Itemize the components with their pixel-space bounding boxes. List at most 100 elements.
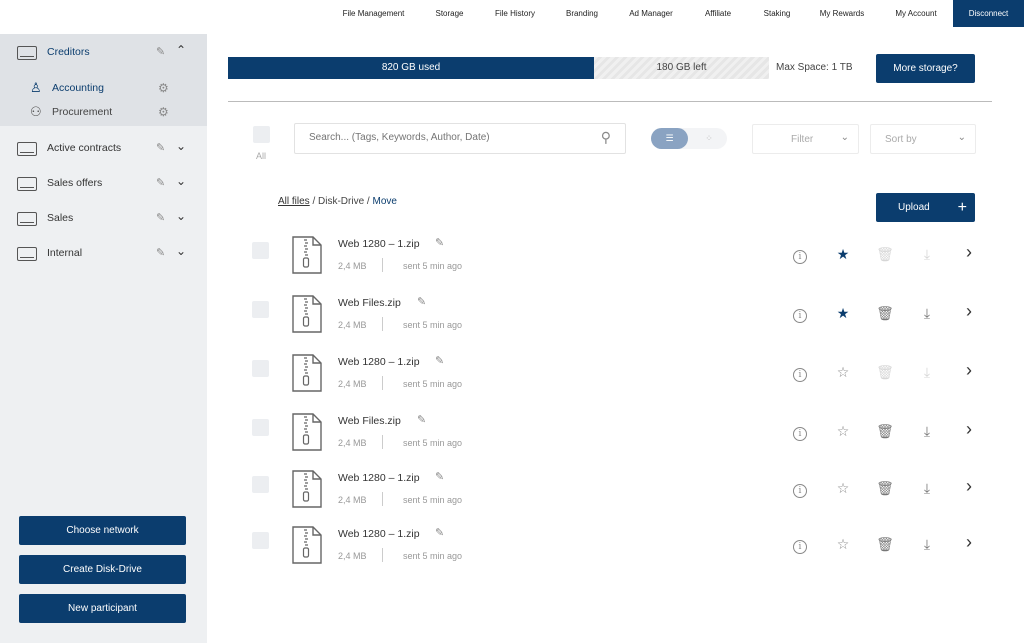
- chevron-right-icon[interactable]: ›: [960, 242, 978, 263]
- gear-icon[interactable]: ⚙: [158, 105, 169, 119]
- pencil-icon[interactable]: ✎: [156, 246, 165, 259]
- sidebar-drive-sales-offers[interactable]: Sales offers ✎ ⌄: [0, 167, 207, 201]
- choose-network-button[interactable]: Choose network: [19, 516, 186, 545]
- file-checkbox[interactable]: [252, 242, 269, 259]
- sidebar-drive-sales[interactable]: Sales ✎ ⌄: [0, 202, 207, 236]
- gear-icon[interactable]: ⚙: [158, 81, 169, 95]
- nav-file-history[interactable]: File History: [488, 0, 542, 27]
- chevron-down-icon[interactable]: ⌄: [176, 174, 186, 188]
- pencil-icon[interactable]: ✎: [156, 211, 165, 224]
- chevron-up-icon[interactable]: ⌃: [176, 43, 186, 57]
- upload-button[interactable]: Upload +: [876, 193, 975, 222]
- grid-view-icon[interactable]: ⁘: [697, 128, 721, 149]
- file-checkbox[interactable]: [252, 476, 269, 493]
- info-icon[interactable]: i: [791, 364, 809, 382]
- file-row[interactable]: Web 1280 – 1.zip ✎ 2,4 MB sent 5 min ago i ☆ 🗑…: [240, 470, 1000, 514]
- new-participant-button[interactable]: New participant: [19, 594, 186, 623]
- file-checkbox[interactable]: [252, 301, 269, 318]
- nav-ad-manager[interactable]: Ad Manager: [622, 0, 680, 27]
- nav-my-account[interactable]: My Account: [887, 0, 945, 27]
- download-icon[interactable]: ⤓: [918, 305, 936, 322]
- nav-staking[interactable]: Staking: [757, 0, 797, 27]
- zip-file-icon: [291, 236, 322, 274]
- nav-file-management[interactable]: File Management: [333, 0, 414, 27]
- trash-icon[interactable]: 🗑: [876, 480, 894, 497]
- star-outline-icon[interactable]: ☆: [834, 364, 852, 381]
- info-icon[interactable]: i: [791, 423, 809, 441]
- info-icon[interactable]: i: [791, 305, 809, 323]
- trash-icon[interactable]: 🗑: [876, 423, 894, 440]
- breadcrumb-disk-drive[interactable]: Disk-Drive: [318, 196, 364, 207]
- disconnect-button[interactable]: Disconnect: [953, 0, 1024, 27]
- nav-branding[interactable]: Branding: [558, 0, 606, 27]
- nav-storage[interactable]: Storage: [428, 0, 471, 27]
- info-icon[interactable]: i: [791, 480, 809, 498]
- file-row[interactable]: Web 1280 – 1.zip ✎ 2,4 MB sent 5 min ago i ☆ 🗑…: [240, 526, 1000, 570]
- file-name[interactable]: Web 1280 – 1.zip: [338, 528, 420, 540]
- select-all-checkbox[interactable]: [253, 126, 270, 143]
- file-row[interactable]: Web 1280 – 1.zip ✎ 2,4 MB sent 5 min ago i ☆ 🗑…: [240, 354, 1000, 398]
- search-box[interactable]: ⚲: [294, 123, 626, 154]
- file-name[interactable]: Web 1280 – 1.zip: [338, 238, 420, 250]
- sidebar-sub-accounting[interactable]: ♙ Accounting ⚙: [0, 76, 207, 100]
- chevron-down-icon[interactable]: ⌄: [176, 244, 186, 258]
- star-filled-icon[interactable]: ★: [834, 246, 852, 263]
- star-outline-icon[interactable]: ☆: [834, 480, 852, 497]
- chevron-right-icon[interactable]: ›: [960, 476, 978, 497]
- chevron-right-icon[interactable]: ›: [960, 532, 978, 553]
- pencil-icon[interactable]: ✎: [435, 526, 444, 539]
- file-row[interactable]: Web 1280 – 1.zip ✎ 2,4 MB sent 5 min ago i ★ 🗑…: [240, 236, 1000, 280]
- file-row[interactable]: Web Files.zip ✎ 2,4 MB sent 5 min ago i ★ 🗑 ⤓ ›: [240, 295, 1000, 339]
- sidebar-drive-creditors[interactable]: Creditors ✎ ⌃: [0, 36, 207, 70]
- file-checkbox[interactable]: [252, 419, 269, 436]
- star-outline-icon[interactable]: ☆: [834, 423, 852, 440]
- file-time: sent 5 min ago: [403, 551, 463, 561]
- chevron-down-icon[interactable]: ⌄: [176, 209, 186, 223]
- list-view-icon[interactable]: ☰: [651, 128, 688, 149]
- sidebar-drive-internal[interactable]: Internal ✎ ⌄: [0, 237, 207, 271]
- pencil-icon[interactable]: ✎: [435, 236, 444, 249]
- search-icon[interactable]: ⚲: [601, 129, 611, 146]
- filter-dropdown[interactable]: Filter ⌄: [752, 124, 859, 154]
- trash-icon[interactable]: 🗑: [876, 536, 894, 553]
- pencil-icon[interactable]: ✎: [156, 141, 165, 154]
- file-checkbox[interactable]: [252, 360, 269, 377]
- trash-icon[interactable]: 🗑: [876, 305, 894, 322]
- pencil-icon[interactable]: ✎: [435, 470, 444, 483]
- info-icon[interactable]: i: [791, 536, 809, 554]
- download-icon[interactable]: ⤓: [918, 536, 936, 553]
- pencil-icon[interactable]: ✎: [435, 354, 444, 367]
- view-toggle[interactable]: ☰ ⁘: [651, 128, 727, 149]
- pencil-icon[interactable]: ✎: [156, 176, 165, 189]
- chevron-right-icon[interactable]: ›: [960, 360, 978, 381]
- chevron-right-icon[interactable]: ›: [960, 419, 978, 440]
- sidebar-sub-procurement[interactable]: ⚇ Procurement ⚙: [0, 100, 207, 124]
- nav-my-rewards[interactable]: My Rewards: [813, 0, 871, 27]
- breadcrumb-all-files[interactable]: All files: [278, 196, 310, 207]
- sidebar-drive-active-contracts[interactable]: Active contracts ✎ ⌄: [0, 132, 207, 166]
- star-outline-icon[interactable]: ☆: [834, 536, 852, 553]
- file-time: sent 5 min ago: [403, 320, 463, 330]
- file-name[interactable]: Web 1280 – 1.zip: [338, 472, 420, 484]
- file-row[interactable]: Web Files.zip ✎ 2,4 MB sent 5 min ago i ☆ 🗑 ⤓ ›: [240, 413, 1000, 457]
- pencil-icon[interactable]: ✎: [156, 45, 165, 58]
- file-name[interactable]: Web Files.zip: [338, 415, 401, 427]
- search-input[interactable]: [309, 132, 579, 143]
- file-checkbox[interactable]: [252, 532, 269, 549]
- download-icon[interactable]: ⤓: [918, 480, 936, 497]
- sort-dropdown[interactable]: Sort by ⌄: [870, 124, 976, 154]
- chevron-down-icon: ⌄: [957, 132, 966, 143]
- star-filled-icon[interactable]: ★: [834, 305, 852, 322]
- pencil-icon[interactable]: ✎: [417, 295, 426, 308]
- info-icon[interactable]: i: [791, 246, 809, 264]
- download-icon[interactable]: ⤓: [918, 423, 936, 440]
- create-disk-drive-button[interactable]: Create Disk-Drive: [19, 555, 186, 584]
- more-storage-button[interactable]: More storage?: [876, 54, 975, 83]
- drive-icon: [17, 247, 37, 261]
- nav-affiliate[interactable]: Affiliate: [698, 0, 738, 27]
- file-name[interactable]: Web 1280 – 1.zip: [338, 356, 420, 368]
- chevron-right-icon[interactable]: ›: [960, 301, 978, 322]
- file-name[interactable]: Web Files.zip: [338, 297, 401, 309]
- pencil-icon[interactable]: ✎: [417, 413, 426, 426]
- chevron-down-icon[interactable]: ⌄: [176, 139, 186, 153]
